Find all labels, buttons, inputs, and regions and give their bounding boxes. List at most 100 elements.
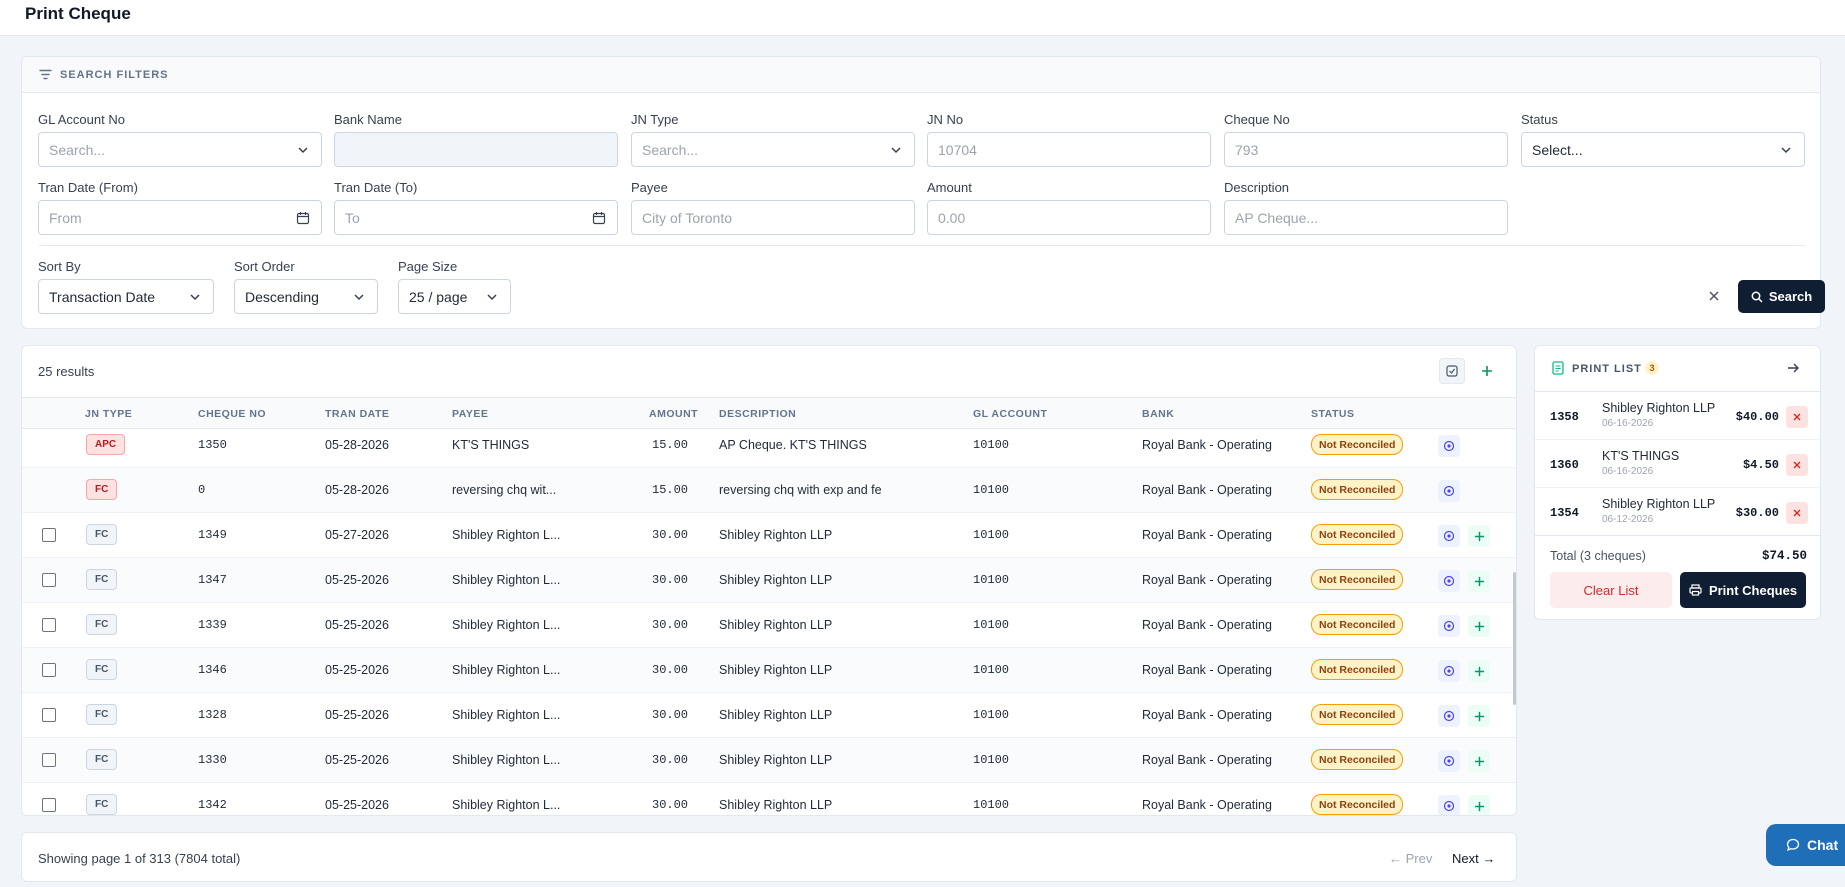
add-to-print-list-button[interactable] xyxy=(1468,750,1490,772)
row-checkbox[interactable] xyxy=(42,528,56,542)
payee-cell: Shibley Righton L... xyxy=(452,573,561,587)
sort-order-select[interactable]: Descending xyxy=(234,279,378,314)
arrow-right-icon[interactable] xyxy=(1786,361,1800,375)
view-button[interactable] xyxy=(1438,750,1460,772)
view-button[interactable] xyxy=(1438,615,1460,637)
jn-type-input[interactable]: Search... xyxy=(631,132,915,167)
eye-icon xyxy=(1443,485,1455,497)
add-to-print-list-button[interactable] xyxy=(1468,525,1490,547)
plus-icon xyxy=(1474,711,1484,721)
cheque-no-cell: 1330 xyxy=(198,753,227,767)
tran-date-from-label: Tran Date (From) xyxy=(38,180,138,195)
table-row[interactable]: FC 1349 05-27-2026 Shibley Righton L... … xyxy=(22,513,1516,558)
jn-no-input[interactable]: 10704 xyxy=(927,132,1211,167)
tran-date-to-field: Tran Date (To) To xyxy=(334,180,618,235)
print-item-cheque-no: 1354 xyxy=(1550,506,1579,520)
table-row[interactable]: FC 1347 05-25-2026 Shibley Righton L... … xyxy=(22,558,1516,603)
col-payee[interactable]: PAYEE xyxy=(452,408,488,420)
bank-cell: Royal Bank - Operating xyxy=(1142,708,1272,722)
print-item-date: 06-16-2026 xyxy=(1602,466,1654,477)
print-cheques-button[interactable]: Print Cheques xyxy=(1680,572,1806,608)
add-all-button[interactable] xyxy=(1474,358,1500,384)
bank-cell: Royal Bank - Operating xyxy=(1142,438,1272,452)
cheque-no-input[interactable]: 793 xyxy=(1224,132,1508,167)
remove-item-button[interactable] xyxy=(1786,454,1808,476)
row-checkbox[interactable] xyxy=(42,798,56,812)
description-input[interactable]: AP Cheque... xyxy=(1224,200,1508,235)
print-item-payee: Shibley Righton LLP xyxy=(1602,401,1716,415)
description-cell: Shibley Righton LLP xyxy=(719,573,833,587)
row-checkbox[interactable] xyxy=(42,753,56,767)
view-button[interactable] xyxy=(1438,435,1460,457)
view-button[interactable] xyxy=(1438,480,1460,502)
view-button[interactable] xyxy=(1438,525,1460,547)
row-checkbox[interactable] xyxy=(42,573,56,587)
select-all-button[interactable] xyxy=(1439,358,1465,384)
col-tran-date[interactable]: TRAN DATE xyxy=(325,408,389,420)
view-button[interactable] xyxy=(1438,570,1460,592)
view-button[interactable] xyxy=(1438,705,1460,727)
sort-by-select[interactable]: Transaction Date xyxy=(38,279,214,314)
payee-input[interactable]: City of Toronto xyxy=(631,200,915,235)
view-button[interactable] xyxy=(1438,795,1460,815)
add-to-print-list-button[interactable] xyxy=(1468,615,1490,637)
table-row[interactable]: FC 1342 05-25-2026 Shibley Righton L... … xyxy=(22,783,1516,815)
gl-account-cell: 10100 xyxy=(973,753,1010,767)
tran-date-cell: 05-27-2026 xyxy=(325,528,389,542)
results-count: 25 results xyxy=(38,364,95,379)
table-scrollbar[interactable] xyxy=(1513,572,1516,705)
calendar-icon[interactable] xyxy=(592,211,606,225)
plus-icon xyxy=(1474,666,1484,676)
row-checkbox[interactable] xyxy=(42,708,56,722)
add-to-print-list-button[interactable] xyxy=(1468,570,1490,592)
calendar-icon[interactable] xyxy=(296,211,310,225)
print-cheques-label: Print Cheques xyxy=(1708,582,1798,598)
amount-cell: 30.00 xyxy=(652,618,689,632)
page-size-select[interactable]: 25 / page xyxy=(398,279,511,314)
amount-placeholder: 0.00 xyxy=(938,209,966,226)
status-badge: Not Reconciled xyxy=(1311,479,1404,500)
remove-item-button[interactable] xyxy=(1786,502,1808,524)
col-jn-type[interactable]: JN TYPE xyxy=(85,408,132,420)
col-description[interactable]: DESCRIPTION xyxy=(719,408,796,420)
description-cell: AP Cheque. KT'S THINGS xyxy=(719,438,867,452)
table-row[interactable]: FC 0 05-28-2026 reversing chq wit... 15.… xyxy=(22,468,1516,513)
status-select[interactable]: Select... xyxy=(1521,132,1805,167)
chat-button[interactable]: Chat xyxy=(1766,824,1845,866)
table-row[interactable]: FC 1339 05-25-2026 Shibley Righton L... … xyxy=(22,603,1516,648)
table-row[interactable]: APC 1350 05-28-2026 KT'S THINGS 15.00 AP… xyxy=(22,429,1516,468)
row-checkbox[interactable] xyxy=(42,618,56,632)
search-button[interactable]: Search xyxy=(1738,280,1825,313)
next-page-button[interactable]: Next → xyxy=(1452,851,1495,866)
bank-name-field: Bank Name xyxy=(334,112,618,167)
plus-icon xyxy=(1474,621,1484,631)
clear-filters-icon[interactable] xyxy=(1706,288,1722,304)
add-to-print-list-button[interactable] xyxy=(1468,795,1490,815)
tran-date-cell: 05-25-2026 xyxy=(325,663,389,677)
page-size-label: Page Size xyxy=(398,259,458,274)
col-cheque-no[interactable]: CHEQUE NO xyxy=(198,408,266,420)
description-cell: Shibley Righton LLP xyxy=(719,528,833,542)
col-gl-account[interactable]: GL ACCOUNT xyxy=(973,408,1047,420)
table-row[interactable]: FC 1330 05-25-2026 Shibley Righton L... … xyxy=(22,738,1516,783)
remove-item-button[interactable] xyxy=(1786,406,1808,428)
col-bank[interactable]: BANK xyxy=(1142,408,1174,420)
table-row[interactable]: FC 1328 05-25-2026 Shibley Righton L... … xyxy=(22,693,1516,738)
clear-list-button[interactable]: Clear List xyxy=(1550,572,1672,608)
table-row[interactable]: FC 1346 05-25-2026 Shibley Righton L... … xyxy=(22,648,1516,693)
payee-cell: reversing chq wit... xyxy=(452,483,557,497)
tran-date-to-input[interactable]: To xyxy=(334,200,618,235)
cheque-no-cell: 1350 xyxy=(198,438,227,452)
col-amount[interactable]: AMOUNT xyxy=(649,408,698,420)
tran-date-from-input[interactable]: From xyxy=(38,200,322,235)
amount-input[interactable]: 0.00 xyxy=(927,200,1211,235)
view-button[interactable] xyxy=(1438,660,1460,682)
prev-page-button[interactable]: ← Prev xyxy=(1389,851,1432,866)
add-to-print-list-button[interactable] xyxy=(1468,660,1490,682)
add-to-print-list-button[interactable] xyxy=(1468,705,1490,727)
jn-type-badge: FC xyxy=(86,749,118,770)
gl-account-input[interactable]: Search... xyxy=(38,132,322,167)
col-status[interactable]: STATUS xyxy=(1311,408,1354,420)
tran-date-from-placeholder: From xyxy=(49,209,82,226)
row-checkbox[interactable] xyxy=(42,663,56,677)
